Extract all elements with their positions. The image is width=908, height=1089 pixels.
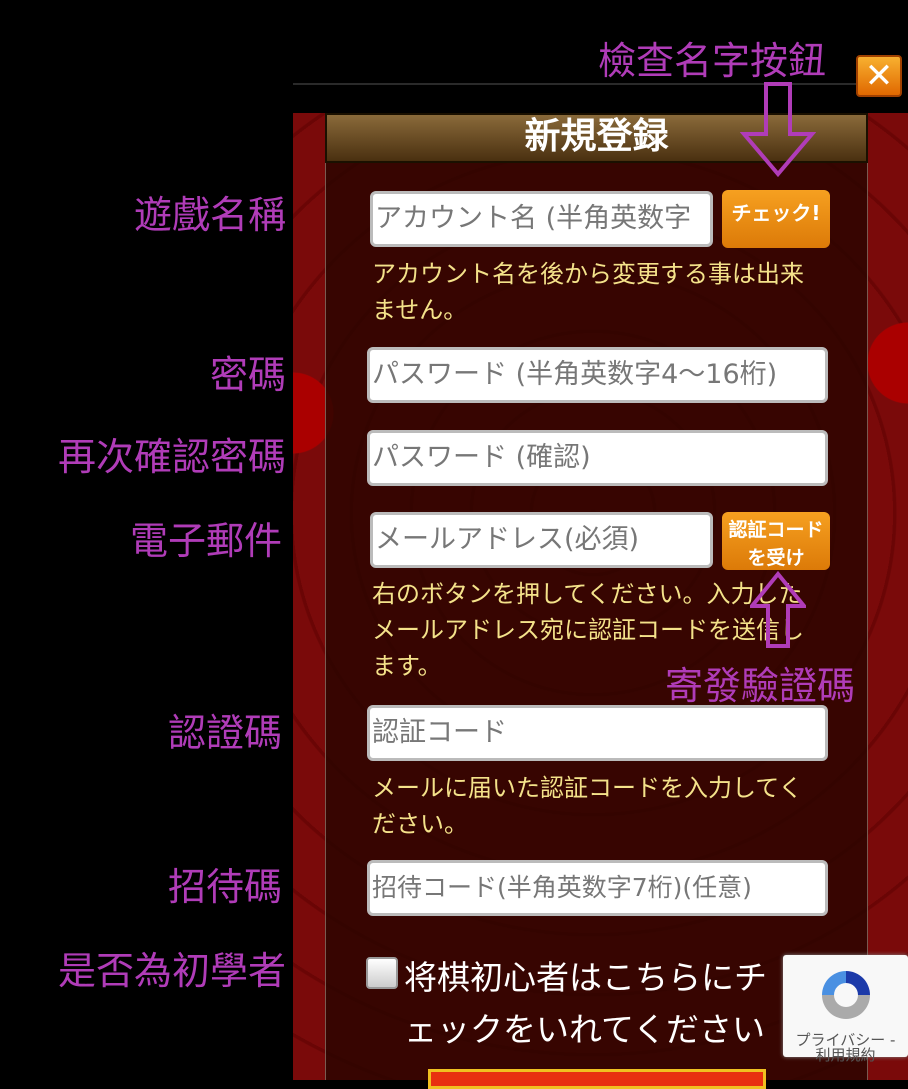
recaptcha-badge[interactable]: プライバシー - 利用規約	[783, 955, 908, 1064]
label-game-name: 遊戲名稱	[133, 193, 286, 237]
annotation-check-name: 檢查名字按鈕	[598, 39, 827, 83]
verification-code-input[interactable]: 認証コード	[367, 705, 828, 761]
close-button[interactable]: ✕	[856, 55, 902, 97]
label-beginner: 是否為初學者	[57, 949, 286, 993]
arrow-up-icon	[750, 570, 806, 648]
account-name-input[interactable]: アカウント名 (半角英数字	[370, 191, 713, 247]
invite-code-input[interactable]: 招待コード(半角英数字7桁)(任意)	[367, 860, 828, 916]
annotation-send-code: 寄發驗證碼	[665, 664, 856, 708]
beginner-label: 将棋初心者はこちらにチェックをいれてください	[404, 958, 767, 1049]
label-code: 認證碼	[167, 711, 282, 755]
beginner-checkbox[interactable]	[366, 957, 398, 989]
close-icon: ✕	[864, 56, 894, 96]
send-code-button[interactable]: 認証コードを受け	[722, 512, 830, 570]
arrow-down-icon	[740, 82, 816, 178]
password-confirm-input[interactable]: パスワード (確認)	[367, 430, 828, 486]
recaptcha-icon	[821, 971, 870, 1019]
password-input[interactable]: パスワード (半角英数字4〜16桁)	[367, 347, 828, 403]
email-input[interactable]: メールアドレス(必須)	[370, 512, 713, 568]
label-confirm-password: 再次確認密碼	[57, 435, 286, 479]
label-email: 電子郵件	[129, 519, 282, 563]
label-invite: 招待碼	[167, 865, 282, 909]
account-note: アカウント名を後から変更する事は出来ません。	[372, 260, 804, 324]
code-note: メールに届いた認証コードを入力してください。	[372, 774, 803, 838]
check-name-button[interactable]: チェック!	[722, 190, 830, 248]
label-password: 密碼	[209, 353, 286, 397]
submit-button[interactable]	[428, 1069, 766, 1089]
